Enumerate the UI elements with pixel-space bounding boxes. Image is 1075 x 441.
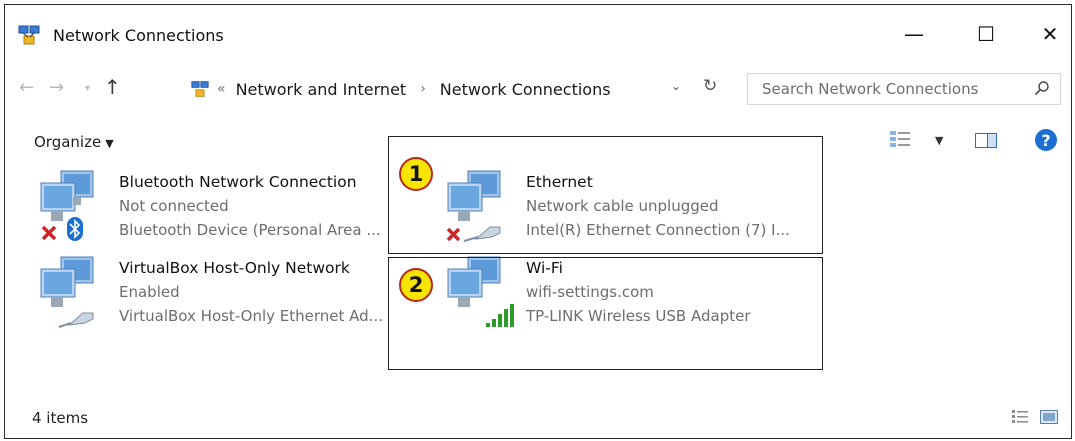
view-options-dropdown-icon[interactable]: ▼: [935, 134, 943, 147]
network-connections-location-icon: [191, 81, 209, 97]
details-view-icon[interactable]: [1012, 410, 1028, 424]
help-glyph: ?: [1041, 130, 1051, 150]
breadcrumb-separator-icon[interactable]: ›: [420, 81, 426, 97]
organize-label: Organize: [34, 133, 102, 151]
disconnected-x-icon: [41, 225, 57, 241]
recent-locations-chevron-icon[interactable]: ▾: [85, 83, 90, 94]
explorer-window: Network Connections — ☐ ✕ ← → ▾ ↑ « Netw…: [4, 4, 1072, 439]
connection-device: Bluetooth Device (Personal Area ...: [119, 221, 381, 239]
address-dropdown-chevron-icon[interactable]: ⌄: [671, 79, 681, 93]
connection-status: Enabled: [119, 283, 180, 301]
back-arrow-icon[interactable]: ←: [19, 77, 34, 98]
search-input[interactable]: Search Network Connections: [762, 80, 978, 98]
forward-arrow-icon[interactable]: →: [49, 77, 64, 98]
address-bar[interactable]: « Network and Internet › Network Connect…: [179, 73, 728, 105]
network-computers-icon: [40, 256, 94, 328]
annotation-badge-2: 2: [399, 268, 433, 302]
network-connections-app-icon: [18, 25, 40, 45]
refresh-icon[interactable]: ↻: [703, 76, 717, 96]
search-icon[interactable]: [1034, 80, 1050, 96]
connection-name: Bluetooth Network Connection: [119, 173, 357, 191]
status-bar: 4 items: [5, 405, 1071, 435]
preview-pane-icon[interactable]: [975, 133, 997, 148]
annotation-badge-1: 1: [399, 157, 433, 191]
change-view-icon[interactable]: [890, 131, 910, 147]
list-item-virtualbox-host-only-network[interactable]: VirtualBox Host-Only Network Enabled Vir…: [35, 253, 415, 335]
annotation-number: 2: [408, 273, 424, 297]
maximize-icon: ☐: [977, 22, 995, 46]
maximize-button[interactable]: ☐: [963, 13, 1009, 55]
overflow-chevron-icon[interactable]: «: [217, 81, 226, 97]
search-box[interactable]: Search Network Connections: [747, 73, 1061, 105]
item-count: 4 items: [32, 409, 89, 427]
bluetooth-icon: [67, 217, 83, 241]
window-title: Network Connections: [53, 26, 224, 45]
annotation-number: 1: [408, 162, 424, 186]
minimize-button[interactable]: —: [891, 13, 937, 55]
title-bar: Network Connections — ☐ ✕: [5, 5, 1071, 61]
help-icon[interactable]: ?: [1035, 129, 1057, 151]
large-icons-view-icon[interactable]: [1040, 410, 1058, 424]
network-computers-icon: [40, 170, 94, 241]
annotation-box-1: [388, 136, 823, 254]
connection-device: VirtualBox Host-Only Ethernet Ad...: [119, 307, 383, 325]
breadcrumb-network-connections[interactable]: Network Connections: [440, 80, 611, 99]
annotation-box-2: [388, 257, 823, 370]
connection-name: VirtualBox Host-Only Network: [119, 259, 350, 277]
navigation-bar: ← → ▾ ↑ « Network and Internet › Network…: [5, 69, 1071, 113]
ethernet-cable-icon: [58, 312, 94, 328]
breadcrumb-network-and-internet[interactable]: Network and Internet: [236, 80, 407, 99]
up-arrow-icon[interactable]: ↑: [104, 75, 121, 99]
minimize-icon: —: [904, 22, 924, 46]
close-icon: ✕: [1041, 22, 1059, 46]
organize-dropdown-icon: ▼: [105, 137, 114, 150]
organize-menu-button[interactable]: Organize ▼: [34, 133, 114, 151]
list-item-bluetooth-network-connection[interactable]: Bluetooth Network Connection Not connect…: [35, 167, 415, 249]
close-button[interactable]: ✕: [1027, 13, 1073, 55]
connection-status: Not connected: [119, 197, 229, 215]
